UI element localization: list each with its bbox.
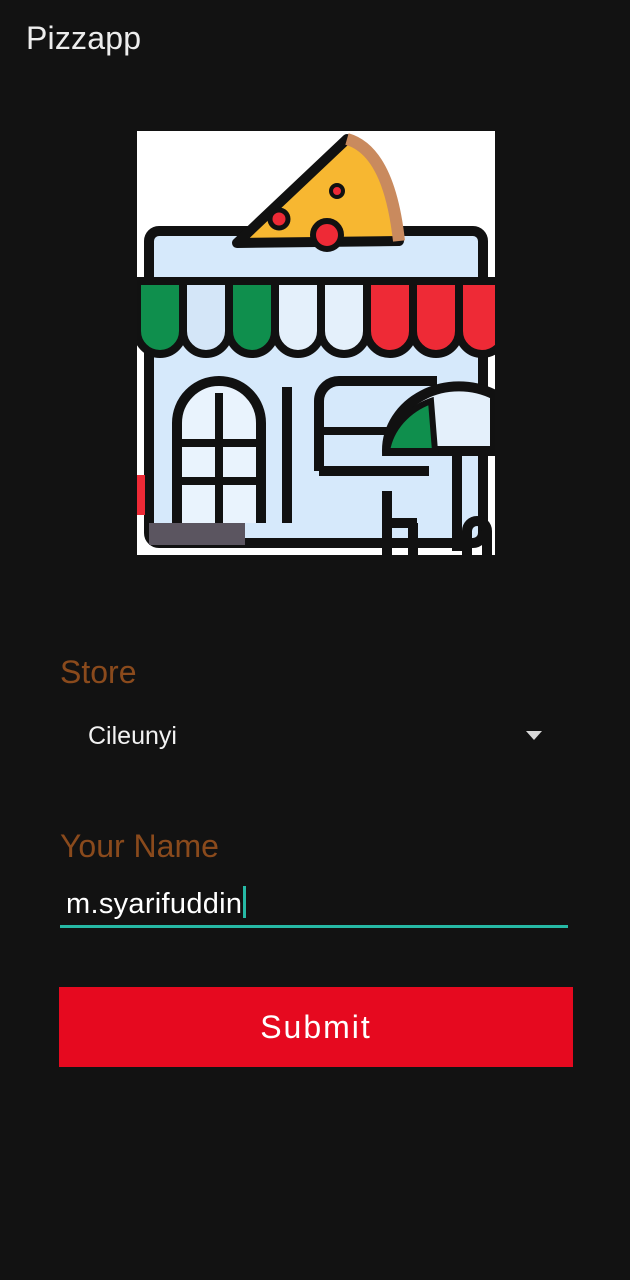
- app-screen: Pizzapp Store Cileunyi Your Name m.syari…: [0, 0, 630, 1280]
- store-dropdown[interactable]: Cileunyi: [60, 706, 570, 768]
- store-label: Store: [60, 654, 137, 690]
- name-label: Your Name: [60, 828, 219, 864]
- pizza-store-icon: [137, 131, 495, 555]
- store-selected-value: Cileunyi: [88, 722, 177, 750]
- name-input-value: m.syarifuddin: [66, 886, 247, 921]
- name-input[interactable]: m.syarifuddin: [60, 880, 568, 928]
- text-cursor: [243, 886, 247, 918]
- app-title: Pizzapp: [26, 20, 142, 56]
- chevron-down-icon: [526, 731, 542, 740]
- submit-button[interactable]: Submit: [59, 987, 573, 1067]
